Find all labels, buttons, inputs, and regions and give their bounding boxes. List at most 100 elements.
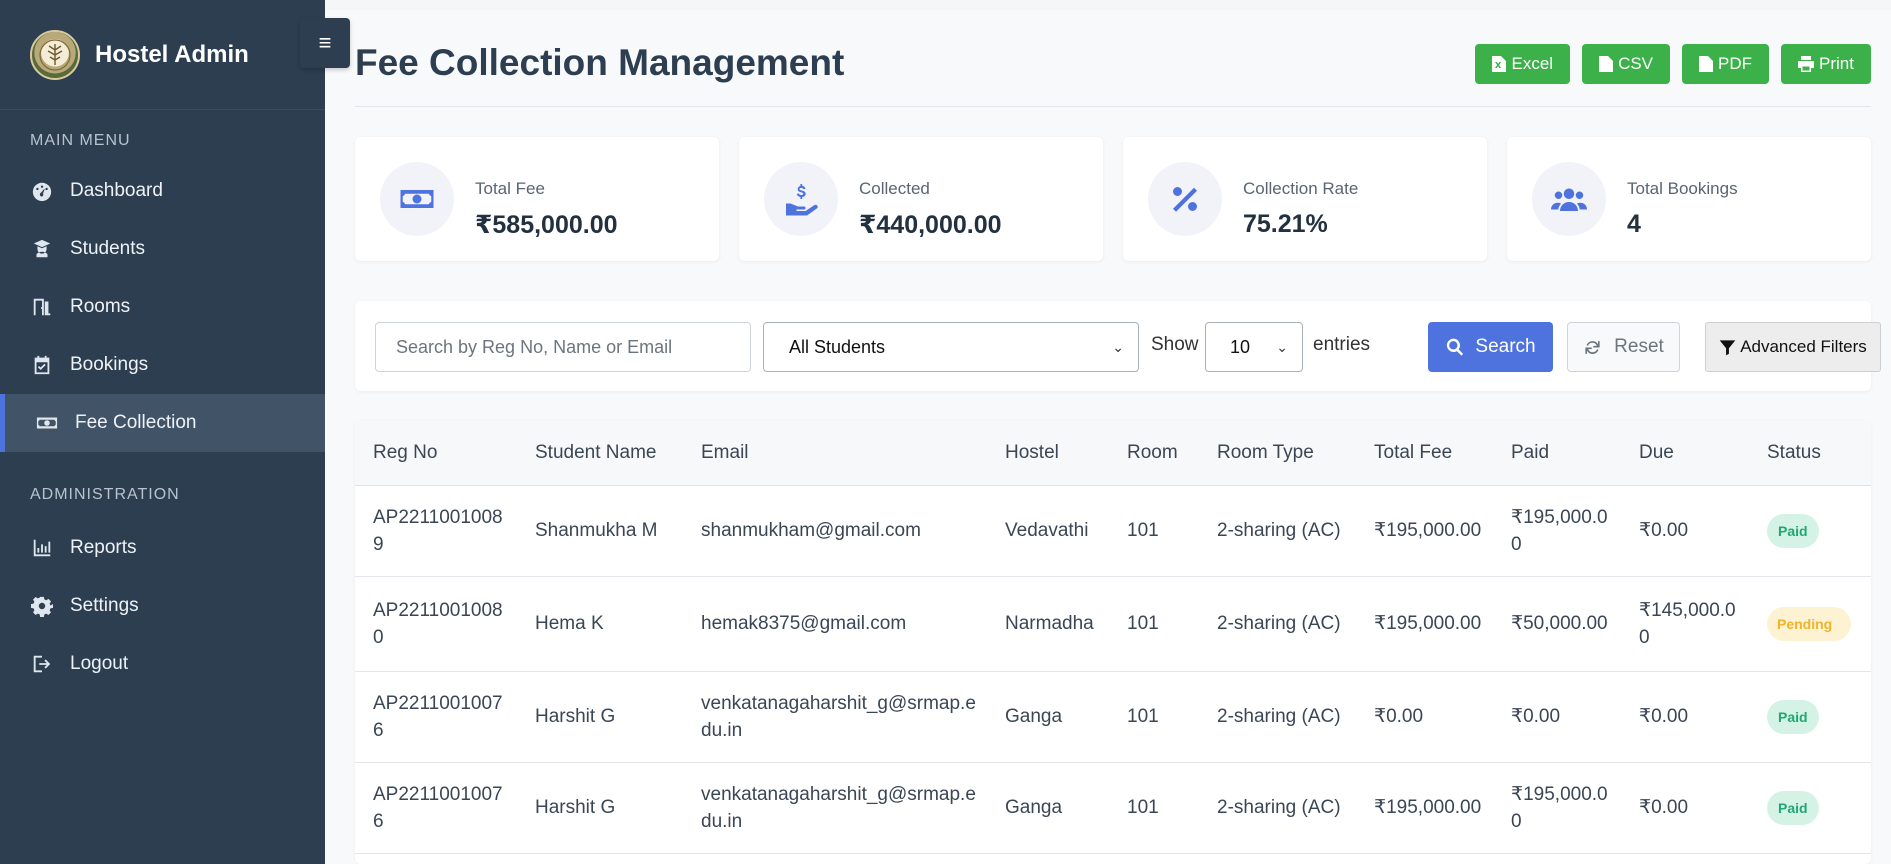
search-input[interactable] — [375, 322, 751, 372]
stat-label: Collected — [859, 179, 930, 198]
reset-button-label: Reset — [1614, 336, 1664, 357]
column-header[interactable]: Email — [683, 421, 987, 485]
stat-card-collected: Collected ₹440,000.00 — [739, 137, 1103, 261]
cell-email: venkatanagaharshit_g@srmap.edu.in — [683, 762, 987, 854]
sidebar-item-label: Fee Collection — [75, 412, 197, 433]
cell-student-name: Hema K — [517, 576, 683, 672]
stat-value: 4 — [1627, 210, 1641, 238]
student-icon — [30, 237, 54, 261]
stat-card-total-fee: Total Fee ₹585,000.00 — [355, 137, 719, 261]
cell-room-type: 2-sharing (AC) — [1199, 762, 1356, 854]
column-header[interactable]: Room — [1109, 421, 1199, 485]
stat-value: 75.21% — [1243, 210, 1328, 238]
column-header[interactable]: Status — [1749, 421, 1871, 485]
export-buttons: Excel CSV PDF Print — [1475, 44, 1871, 84]
cell-due: ₹0.00 — [1621, 671, 1749, 763]
cell-total-fee: ₹195,000.00 — [1356, 485, 1493, 577]
money-bill-icon — [35, 411, 59, 435]
cell-hostel: Ganga — [987, 671, 1109, 763]
column-header[interactable]: Total Fee — [1356, 421, 1493, 485]
export-excel-button[interactable]: Excel — [1475, 44, 1571, 84]
file-csv-icon — [1599, 56, 1614, 72]
student-filter-select[interactable]: All Students ⌄ — [763, 322, 1139, 372]
export-csv-button[interactable]: CSV — [1582, 44, 1671, 84]
stat-label: Collection Rate — [1243, 179, 1359, 198]
cell-room-type: 2-sharing (AC) — [1199, 576, 1356, 672]
sidebar-item-label: Students — [70, 238, 145, 259]
stat-label: Total Fee — [475, 179, 545, 198]
cell-student-name: Harshit G — [517, 671, 683, 763]
cell-reg-no: AP22110010076 — [355, 671, 517, 763]
sidebar-item-rooms[interactable]: Rooms — [0, 278, 325, 336]
status-badge: Paid — [1767, 790, 1819, 825]
table-row[interactable]: AP22110010076 Harshit G venkatanagaharsh… — [355, 671, 1871, 763]
cell-due: ₹0.00 — [1621, 485, 1749, 577]
print-icon — [1798, 56, 1815, 72]
print-button[interactable]: Print — [1781, 44, 1871, 84]
cell-email: shanmukham@gmail.com — [683, 485, 987, 577]
hostel-logo — [30, 29, 80, 80]
cell-hostel: Ganga — [987, 762, 1109, 854]
table-row[interactable]: AP22110010089 Shanmukha M shanmukham@gma… — [355, 485, 1871, 577]
fee-table-card: Reg No Student Name Email Hostel Room Ro… — [355, 421, 1871, 864]
chevron-down-icon: ⌄ — [1112, 338, 1124, 355]
cell-paid: ₹195,000.00 — [1493, 762, 1621, 854]
sidebar-item-bookings[interactable]: Bookings — [0, 336, 325, 394]
sidebar-item-label: Logout — [70, 653, 129, 674]
entries-value: 10 — [1230, 336, 1251, 357]
stat-label: Total Bookings — [1627, 179, 1738, 198]
cell-total-fee: ₹195,000.00 — [1356, 576, 1493, 672]
cell-total-fee: ₹0.00 — [1356, 671, 1493, 763]
search-icon — [1447, 338, 1464, 356]
sidebar-item-dashboard[interactable]: Dashboard — [0, 162, 325, 220]
sidebar-toggle-button[interactable]: ≡ — [300, 18, 350, 68]
table-header-row: Reg No Student Name Email Hostel Room Ro… — [355, 421, 1871, 485]
filter-bar: All Students ⌄ Show 10 ⌄ entries Search … — [355, 301, 1881, 391]
cell-paid: ₹0.00 — [1493, 671, 1621, 763]
export-label: Print — [1819, 54, 1854, 73]
sidebar-item-reports[interactable]: Reports — [0, 519, 325, 577]
advanced-filters-label: Advanced Filters — [1740, 337, 1867, 356]
column-header[interactable]: Hostel — [987, 421, 1109, 485]
cell-room: 101 — [1109, 762, 1199, 854]
sidebar-item-settings[interactable]: Settings — [0, 577, 325, 635]
advanced-filters-button[interactable]: Advanced Filters — [1705, 322, 1881, 372]
dashboard-icon — [30, 179, 54, 203]
show-label: Show — [1151, 334, 1199, 355]
column-header[interactable]: Student Name — [517, 421, 683, 485]
logout-icon — [30, 652, 54, 676]
entries-select[interactable]: 10 ⌄ — [1205, 322, 1303, 372]
search-button-label: Search — [1475, 336, 1536, 357]
cell-room-type: 2-sharing (AC) — [1199, 671, 1356, 763]
cell-email: venkatanagaharshit_g@srmap.edu.in — [683, 671, 987, 763]
sidebar-item-fee-collection[interactable]: Fee Collection — [0, 394, 325, 452]
reset-button[interactable]: Reset — [1567, 322, 1680, 372]
cell-due: ₹145,000.00 — [1621, 576, 1749, 672]
users-icon — [1532, 162, 1606, 236]
gear-icon — [30, 594, 54, 618]
cell-room: 101 — [1109, 485, 1199, 577]
cell-room-type: 2-sharing (AC) — [1199, 485, 1356, 577]
sidebar-item-label: Reports — [70, 537, 137, 558]
column-header[interactable]: Due — [1621, 421, 1749, 485]
column-header[interactable]: Reg No — [355, 421, 517, 485]
table-row[interactable]: AP22110010076 Harshit G venkatanagaharsh… — [355, 762, 1871, 854]
cell-email: hemak8375@gmail.com — [683, 576, 987, 672]
search-button[interactable]: Search — [1428, 322, 1553, 372]
cell-status: Paid — [1749, 671, 1871, 763]
main-menu-heading: MAIN MENU — [30, 132, 131, 149]
sidebar-item-logout[interactable]: Logout — [0, 635, 325, 693]
column-header[interactable]: Paid — [1493, 421, 1621, 485]
sidebar-item-label: Settings — [70, 595, 139, 616]
export-label: Excel — [1511, 54, 1554, 73]
column-header[interactable]: Room Type — [1199, 421, 1356, 485]
cell-paid: ₹195,000.00 — [1493, 485, 1621, 577]
hand-dollar-icon — [764, 162, 838, 236]
cell-hostel: Narmadha — [987, 576, 1109, 672]
page-title: Fee Collection Management — [355, 42, 845, 83]
cell-status: Paid — [1749, 762, 1871, 854]
table-row[interactable]: AP22110010080 Hema K hemak8375@gmail.com… — [355, 576, 1871, 672]
export-pdf-button[interactable]: PDF — [1682, 44, 1770, 84]
sidebar-item-students[interactable]: Students — [0, 220, 325, 278]
cell-status: Paid — [1749, 485, 1871, 577]
